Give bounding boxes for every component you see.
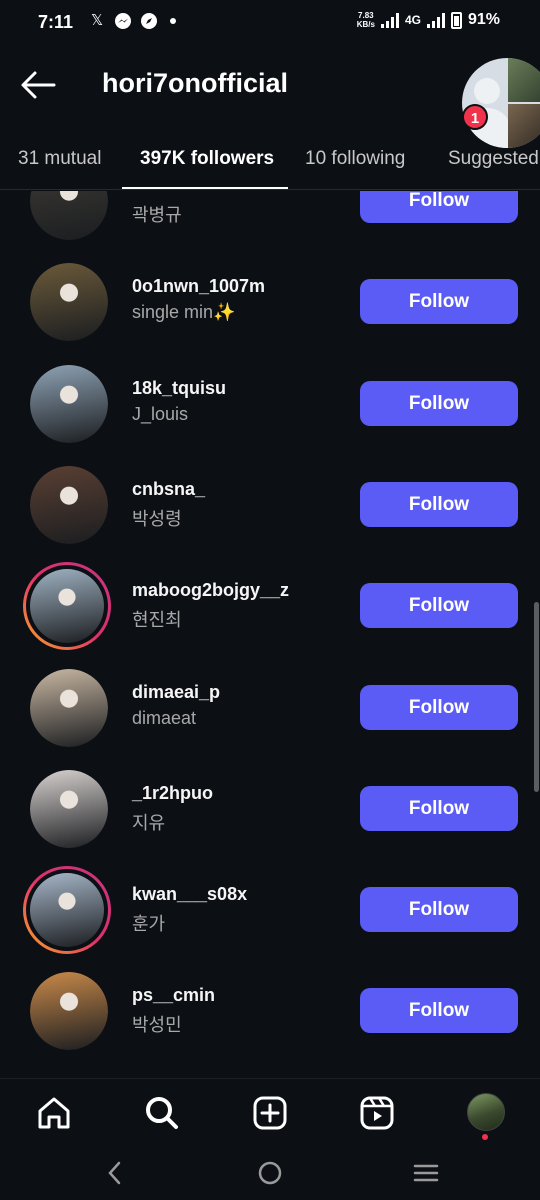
reels-icon[interactable] — [357, 1093, 397, 1133]
notification-badge: 1 — [462, 104, 488, 130]
follower-username[interactable]: 0o1nwn_1007m — [132, 276, 265, 297]
follow-tabs: 31 mutual 397K followers 10 following Su… — [0, 130, 540, 190]
follower-row[interactable]: ps__cmin 박성민 Follow — [0, 961, 540, 1062]
profile-activity-dot — [482, 1134, 488, 1140]
follower-row[interactable]: maboog2bojgy__z 현진최 Follow — [0, 556, 540, 657]
follower-avatar[interactable] — [30, 770, 108, 848]
follower-display-name: dimaeat — [132, 708, 197, 728]
battery-percent: 91% — [467, 11, 500, 28]
home-icon[interactable] — [34, 1093, 74, 1133]
follow-button[interactable]: Follow — [360, 786, 518, 831]
follower-username[interactable]: _1r2hpuo — [132, 783, 213, 804]
follower-display-name: 박성민 — [132, 1015, 182, 1035]
page-title: hori7onofficial — [102, 68, 289, 98]
follow-button[interactable]: Follow — [360, 191, 518, 223]
tab-mutual[interactable]: 31 mutual — [18, 148, 101, 170]
follower-display-name: J_louis — [132, 404, 189, 424]
follow-button[interactable]: Follow — [360, 583, 518, 628]
follower-row[interactable]: _1r2hpuo 지유 Follow — [0, 759, 540, 860]
x-app-icon: 𝕏 — [90, 12, 104, 29]
follower-avatar[interactable] — [30, 669, 108, 747]
status-time: 7:11 — [38, 12, 74, 32]
create-post-icon[interactable] — [250, 1093, 290, 1133]
followers-list[interactable]: 곽병규 Follow 0o1nwn_1007m single min✨ Follow 18… — [0, 191, 540, 1077]
follower-display-name: 박성령 — [132, 509, 182, 529]
follow-button[interactable]: Follow — [360, 381, 518, 426]
follower-username[interactable]: dimaeai_p — [132, 682, 220, 703]
scrollbar[interactable] — [534, 602, 539, 792]
follower-avatar[interactable] — [23, 866, 111, 954]
follower-row[interactable]: 0o1nwn_1007msingle min✨ Follow — [0, 252, 540, 353]
follow-button[interactable]: Follow — [360, 482, 518, 527]
profile-header: hori7onofficial 1 — [0, 50, 540, 148]
status-bar: 7:11 𝕏 7.83 KB/s 4G 91% — [0, 0, 540, 46]
follower-display-name: 지유 — [132, 813, 166, 833]
system-navigation — [0, 1146, 540, 1200]
follower-avatar[interactable] — [30, 972, 108, 1050]
bottom-navigation — [0, 1078, 540, 1146]
more-notifications-dot — [170, 18, 176, 24]
system-back-icon[interactable] — [100, 1158, 130, 1188]
system-home-icon[interactable] — [255, 1158, 285, 1188]
follower-display-name: single min✨ — [132, 302, 236, 322]
follower-row[interactable]: kwan___s08x 훈가 Follow — [0, 860, 540, 961]
follower-avatar[interactable] — [30, 466, 108, 544]
compass-app-icon — [140, 12, 158, 30]
follower-avatar[interactable] — [30, 191, 108, 240]
follower-username[interactable]: kwan___s08x — [132, 884, 247, 905]
follower-row[interactable]: dimaeai_pdimaeat Follow — [0, 658, 540, 759]
active-tab-indicator — [122, 187, 288, 189]
follow-button[interactable]: Follow — [360, 988, 518, 1033]
back-arrow-icon[interactable] — [20, 70, 56, 100]
follower-row[interactable]: 곽병규 Follow — [0, 191, 540, 252]
follower-display-name: 곽병규 — [132, 205, 182, 225]
follow-button[interactable]: Follow — [360, 279, 518, 324]
follower-row[interactable]: 18k_tquisu J_louis Follow — [0, 354, 540, 455]
follower-username[interactable]: cnbsna_ — [132, 479, 205, 500]
follower-avatar[interactable] — [23, 562, 111, 650]
system-recents-icon[interactable] — [411, 1158, 441, 1188]
follow-button[interactable]: Follow — [360, 887, 518, 932]
tab-following[interactable]: 10 following — [305, 148, 405, 170]
follower-display-name: 훈가 — [132, 914, 166, 934]
signal-icon-2 — [426, 12, 445, 28]
follow-button[interactable]: Follow — [360, 685, 518, 730]
system-indicators: 7.83 KB/s 4G 91% — [357, 11, 500, 29]
follower-username[interactable]: ps__cmin — [132, 985, 215, 1006]
search-icon[interactable] — [141, 1093, 181, 1133]
net-speed: 7.83 KB/s — [356, 11, 375, 29]
notification-icons: 𝕏 — [88, 12, 176, 30]
tab-followers[interactable]: 397K followers — [140, 148, 274, 170]
follower-display-name: 현진최 — [132, 610, 182, 630]
follower-row[interactable]: cnbsna_ 박성령 Follow — [0, 455, 540, 556]
signal-icon — [380, 12, 399, 28]
battery-icon — [450, 11, 462, 29]
messenger-icon — [114, 12, 132, 30]
tab-suggested[interactable]: Suggested — [448, 148, 539, 170]
follower-avatar[interactable] — [30, 365, 108, 443]
follower-username[interactable]: 18k_tquisu — [132, 378, 226, 399]
network-type: 4G — [404, 13, 421, 27]
follower-avatar[interactable] — [30, 263, 108, 341]
profile-avatar[interactable] — [467, 1093, 505, 1131]
follower-username[interactable]: maboog2bojgy__z — [132, 580, 289, 601]
